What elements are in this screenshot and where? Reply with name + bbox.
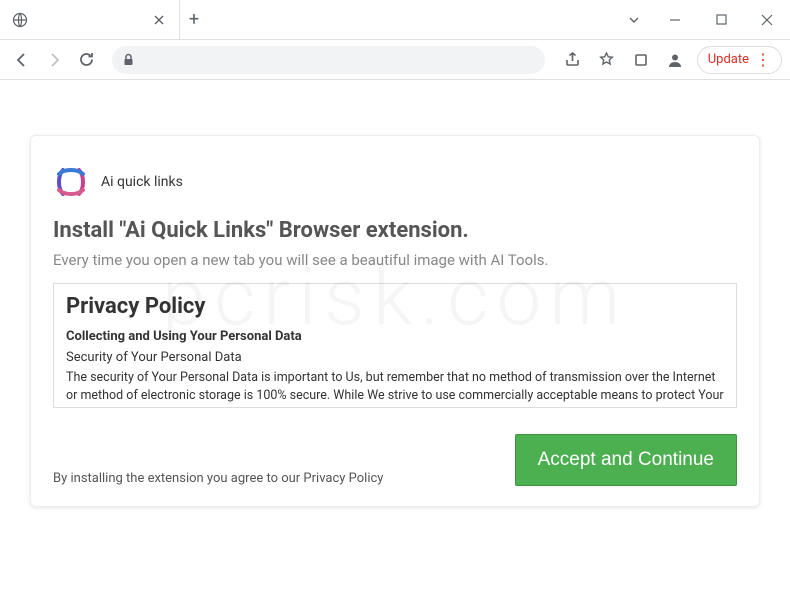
update-label: Update — [708, 52, 749, 67]
update-button[interactable]: Update ⋮ — [697, 46, 782, 74]
url-input[interactable] — [143, 52, 535, 67]
logo-text: Ai quick links — [101, 174, 183, 190]
lock-icon — [122, 53, 135, 66]
browser-titlebar: + — [0, 0, 790, 40]
agree-text: By installing the extension you agree to… — [53, 471, 383, 486]
back-button[interactable] — [8, 46, 36, 74]
share-icon[interactable] — [557, 46, 589, 74]
install-title: Install "Ai Quick Links" Browser extensi… — [53, 218, 737, 243]
profile-icon[interactable] — [659, 46, 691, 74]
ai-quick-links-logo-icon — [53, 164, 89, 200]
policy-subsection: Security of Your Personal Data — [66, 350, 724, 365]
bottom-row: By installing the extension you agree to… — [53, 434, 737, 486]
policy-body-text: The security of Your Personal Data is im… — [66, 369, 724, 408]
privacy-policy-title: Privacy Policy — [66, 294, 724, 319]
kebab-menu-icon: ⋮ — [755, 52, 771, 68]
close-window-button[interactable] — [744, 0, 790, 40]
page-content: Ai quick links Install "Ai Quick Links" … — [0, 80, 790, 537]
forward-button[interactable] — [40, 46, 68, 74]
chevron-down-icon[interactable] — [616, 0, 652, 39]
new-tab-button[interactable]: + — [180, 0, 208, 39]
browser-tab[interactable] — [0, 0, 180, 39]
close-tab-icon[interactable] — [151, 12, 167, 28]
maximize-button[interactable] — [698, 0, 744, 40]
install-card: Ai quick links Install "Ai Quick Links" … — [30, 135, 760, 507]
install-subtitle: Every time you open a new tab you will s… — [53, 251, 737, 269]
bookmark-star-icon[interactable] — [591, 46, 623, 74]
globe-icon — [12, 12, 28, 28]
reload-button[interactable] — [72, 46, 100, 74]
address-bar[interactable] — [112, 46, 545, 74]
browser-toolbar: Update ⋮ — [0, 40, 790, 80]
privacy-policy-box[interactable]: Privacy Policy Collecting and Using Your… — [53, 283, 737, 408]
logo-row: Ai quick links — [53, 164, 737, 200]
accept-and-continue-button[interactable]: Accept and Continue — [515, 434, 737, 486]
extensions-icon[interactable] — [625, 46, 657, 74]
policy-section-heading: Collecting and Using Your Personal Data — [66, 329, 724, 344]
minimize-button[interactable] — [652, 0, 698, 40]
